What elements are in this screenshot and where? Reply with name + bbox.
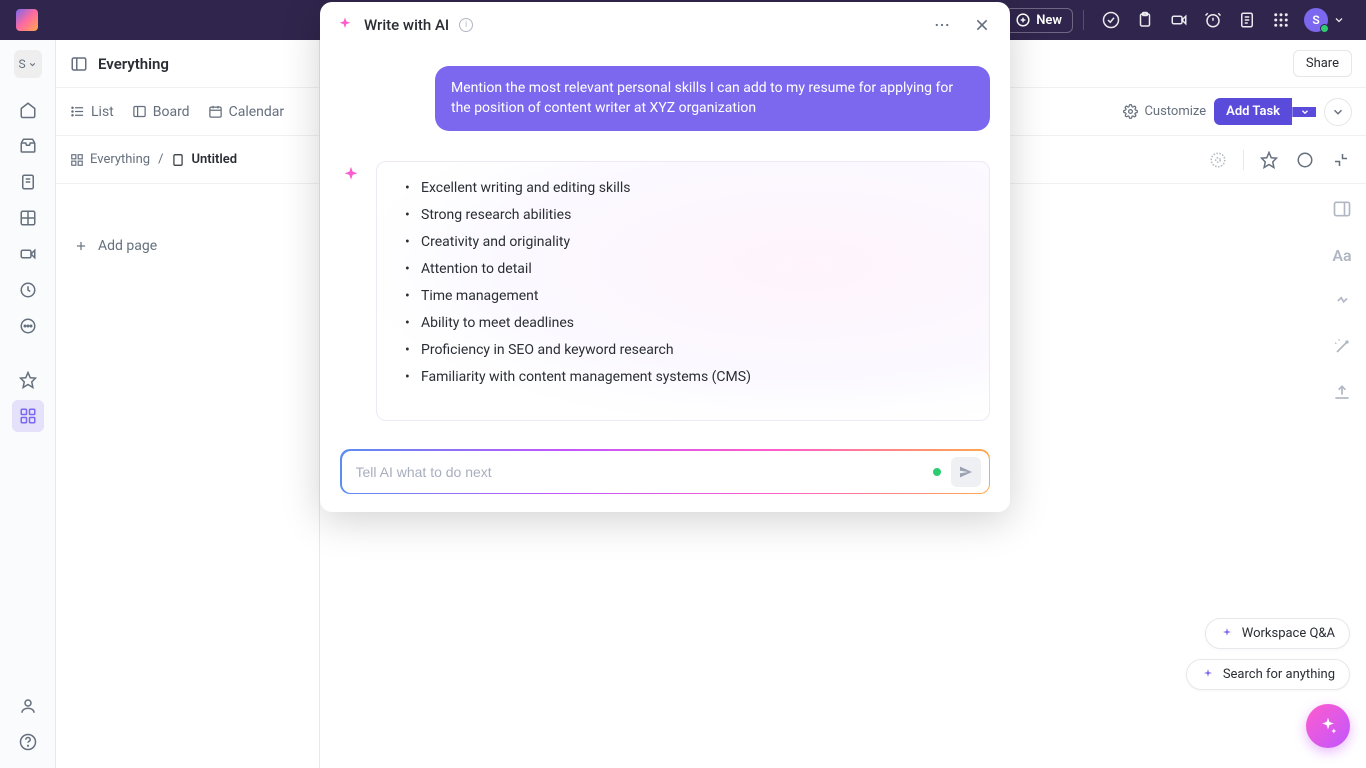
ai-sparkle-icon: [1220, 627, 1234, 641]
send-icon: [958, 464, 974, 480]
ai-avatar-icon: [340, 165, 364, 189]
gear-icon: [1123, 104, 1138, 119]
right-rail: Aa: [1318, 184, 1366, 404]
user-message: Mention the most relevant personal skill…: [435, 66, 990, 131]
sidebar-toggle-icon[interactable]: [70, 55, 88, 73]
close-icon[interactable]: [970, 13, 994, 37]
ai-skill-item: Creativity and originality: [399, 234, 967, 250]
targeting-icon[interactable]: [1207, 149, 1229, 171]
ai-sparkle-icon: [1201, 668, 1215, 682]
list-icon: [70, 104, 85, 119]
collapse-icon[interactable]: [1330, 149, 1352, 171]
tab-calendar[interactable]: Calendar: [208, 104, 285, 120]
more-options-button[interactable]: [1324, 98, 1352, 126]
plus-circle-icon: [1016, 13, 1030, 27]
status-dot: [933, 468, 941, 476]
ai-fab-button[interactable]: [1306, 704, 1350, 748]
docs-icon[interactable]: [12, 166, 44, 198]
user-avatar[interactable]: S: [1304, 8, 1328, 32]
ai-skill-item: Strong research abilities: [399, 207, 967, 223]
nav-rail: S: [0, 40, 56, 768]
breadcrumb-current[interactable]: Untitled: [171, 152, 237, 167]
plus-icon: [74, 239, 88, 253]
chevron-down-icon: [28, 60, 37, 69]
wand-icon[interactable]: [1331, 336, 1353, 358]
chevron-down-icon: [1331, 105, 1345, 119]
send-button[interactable]: [951, 457, 981, 487]
notepad-icon[interactable]: [1238, 11, 1256, 29]
workspace-qa-pill[interactable]: Workspace Q&A: [1205, 618, 1350, 649]
ai-modal: Write with AI i Mention the most relevan…: [320, 2, 1010, 512]
ai-sparkle-icon: [1318, 716, 1338, 736]
timesheets-icon[interactable]: [12, 274, 44, 306]
breadcrumb-root[interactable]: Everything: [70, 152, 150, 167]
ai-sparkle-icon: [336, 16, 354, 34]
ai-skill-item: Proficiency in SEO and keyword research: [399, 342, 967, 358]
prompt-input[interactable]: [356, 464, 933, 480]
video-icon[interactable]: [1170, 11, 1188, 29]
add-task-dropdown[interactable]: [1292, 107, 1316, 117]
apps-grid-icon[interactable]: [1272, 11, 1290, 29]
modal-title: Write with AI: [364, 16, 449, 34]
prompt-input-wrapper: [340, 449, 990, 494]
ai-skill-item: Ability to meet deadlines: [399, 315, 967, 331]
side-panel: Everything List Board Calendar Everythin…: [56, 40, 320, 768]
share-button[interactable]: Share: [1293, 50, 1352, 77]
ai-skill-item: Attention to detail: [399, 261, 967, 277]
workspace-switcher[interactable]: S: [14, 50, 42, 78]
new-button[interactable]: New: [1005, 8, 1073, 33]
more-icon[interactable]: [12, 310, 44, 342]
panel-icon[interactable]: [1331, 198, 1353, 220]
typography-icon[interactable]: Aa: [1331, 244, 1353, 266]
panel-title: Everything: [98, 55, 169, 73]
check-circle-icon[interactable]: [1102, 11, 1120, 29]
dashboards-icon[interactable]: [12, 202, 44, 234]
star-icon[interactable]: [1258, 149, 1280, 171]
ai-skill-item: Familiarity with content management syst…: [399, 369, 967, 385]
ai-skill-item: Time management: [399, 288, 967, 304]
breadcrumb: Everything / Untitled: [56, 136, 319, 184]
home-icon[interactable]: [12, 94, 44, 126]
add-task-button[interactable]: Add Task: [1214, 98, 1292, 125]
help-icon[interactable]: [12, 726, 44, 758]
board-icon: [132, 104, 147, 119]
grid-icon: [70, 153, 84, 167]
doc-icon: [171, 153, 185, 167]
favorites-icon[interactable]: [12, 364, 44, 396]
clipboard-icon[interactable]: [1136, 11, 1154, 29]
comment-icon[interactable]: [1294, 149, 1316, 171]
ai-response-card: Excellent writing and editing skills Stro…: [376, 161, 990, 421]
modal-menu-button[interactable]: [930, 13, 954, 37]
search-pill[interactable]: Search for anything: [1186, 659, 1350, 690]
tab-list[interactable]: List: [70, 104, 114, 120]
upload-icon[interactable]: [1331, 382, 1353, 404]
inbox-icon[interactable]: [12, 130, 44, 162]
invite-icon[interactable]: [12, 690, 44, 722]
chevron-down-icon[interactable]: [1330, 11, 1348, 29]
alarm-icon[interactable]: [1204, 11, 1222, 29]
add-page-button[interactable]: Add page: [70, 198, 305, 254]
bolt-icon[interactable]: [1331, 290, 1353, 312]
clips-icon[interactable]: [12, 238, 44, 270]
info-icon[interactable]: i: [459, 18, 473, 32]
breadcrumb-separator: /: [158, 152, 163, 167]
app-logo[interactable]: [16, 9, 38, 31]
chevron-down-icon: [1300, 107, 1310, 117]
new-button-label: New: [1036, 13, 1062, 28]
tab-board[interactable]: Board: [132, 104, 190, 120]
calendar-icon: [208, 104, 223, 119]
ai-skill-item: Excellent writing and editing skills: [399, 180, 967, 196]
customize-button[interactable]: Customize: [1123, 104, 1206, 119]
spaces-icon[interactable]: [12, 400, 44, 432]
